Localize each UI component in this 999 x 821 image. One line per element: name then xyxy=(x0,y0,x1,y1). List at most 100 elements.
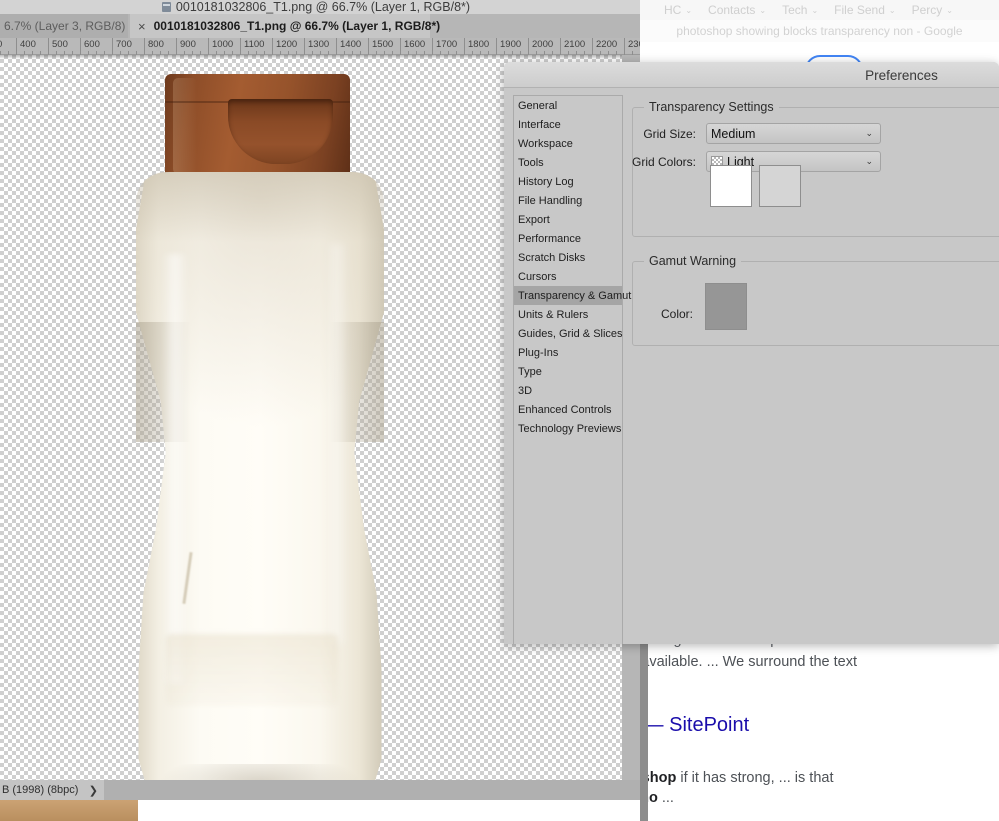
product-bottle-image xyxy=(110,74,410,780)
document-tab-inactive[interactable]: 6.7% (Layer 3, RGB/8) * xyxy=(0,14,128,38)
gamut-warning-group: Gamut Warning Color: xyxy=(632,254,999,346)
prefs-category-label: Scratch Disks xyxy=(518,251,586,264)
snippet-rest: ... xyxy=(657,790,674,806)
bottle-highlight-left xyxy=(162,254,188,684)
chevron-down-icon: ⌄ xyxy=(888,5,896,15)
ruler-tick: 1300 xyxy=(304,38,329,55)
prefs-category-units-rulers[interactable]: Units & Rulers xyxy=(514,305,622,324)
gamut-color-label: Color: xyxy=(660,307,693,321)
prefs-category-plug-ins[interactable]: Plug-Ins xyxy=(514,343,622,362)
status-text: B (1998) (8bpc) xyxy=(2,784,79,796)
prefs-category-label: Type xyxy=(518,365,542,378)
status-color-profile[interactable]: B (1998) (8bpc) ❯ xyxy=(0,780,104,800)
prefs-category-label: Performance xyxy=(518,232,581,245)
window-edge-shadow xyxy=(640,630,648,821)
prefs-category-label: Tools xyxy=(518,156,544,169)
prefs-category-label: Interface xyxy=(518,118,561,131)
chevron-down-icon: ⌄ xyxy=(946,5,953,15)
document-tab-bar: 6.7% (Layer 3, RGB/8) * × 0010181032806_… xyxy=(0,14,640,38)
preferences-category-list[interactable]: General Interface Workspace Tools History Lo… xyxy=(513,95,631,644)
window-title: 0010181032806_T1.png @ 66.7% (Layer 1, R… xyxy=(175,0,471,14)
bookmarks-bar: HC ⌄ Contacts ⌄ Tech ⌄ File Send ⌄ Percy… xyxy=(640,0,999,20)
prefs-category-label: Plug-Ins xyxy=(518,346,559,359)
chevron-down-icon: ⌄ xyxy=(759,5,767,15)
bookmark-file-send[interactable]: File Send ⌄ xyxy=(834,3,895,17)
chevron-down-icon: ⌄ xyxy=(865,128,873,138)
prefs-category-label: File Handling xyxy=(518,194,583,207)
prefs-category-general[interactable]: General xyxy=(514,96,622,115)
ruler-tick: 2100 xyxy=(560,38,585,55)
preferences-dialog: Preferences General Interface Workspace Too… xyxy=(504,62,999,644)
ruler-tick: 2200 xyxy=(592,38,617,55)
ruler-tick: 1800 xyxy=(464,38,489,55)
ruler-tick: 1000 xyxy=(208,38,233,55)
bookmark-hc[interactable]: HC ⌄ xyxy=(664,3,692,17)
prefs-category-label: Technology Previews xyxy=(518,422,622,435)
prefs-category-label: Transparency & Gamut xyxy=(518,289,632,302)
grid-color-swatch-dark[interactable] xyxy=(759,165,801,207)
prefs-category-performance[interactable]: Performance xyxy=(514,229,622,248)
canvas-top-shadow xyxy=(0,55,622,59)
prefs-category-technology-previews[interactable]: Technology Previews xyxy=(514,419,622,438)
group-title: Gamut Warning xyxy=(644,254,742,268)
close-icon[interactable]: × xyxy=(138,20,146,33)
bookmark-label: File Send xyxy=(834,3,885,17)
snippet-rest: if it has strong, ... is that xyxy=(676,770,834,786)
prefs-category-label: History Log xyxy=(518,175,574,188)
snippet-line-2: s available. ... We surround the text xyxy=(640,654,858,670)
search-result-link[interactable]: s — SitePoint xyxy=(640,714,749,737)
prefs-category-3d[interactable]: 3D xyxy=(514,381,622,400)
prefs-category-label: 3D xyxy=(518,384,533,397)
tab-label: 0010181032806_T1.png @ 66.7% (Layer 1, R… xyxy=(153,19,441,33)
prefs-category-enhanced-controls[interactable]: Enhanced Controls xyxy=(514,400,622,419)
prefs-category-export[interactable]: Export xyxy=(514,210,622,229)
snippet-line-3: toshop if it has strong, ... is that xyxy=(640,770,833,786)
browser-tab-title[interactable]: photoshop showing blocks transparency no… xyxy=(640,20,999,42)
prefs-category-label: Units & Rulers xyxy=(518,308,589,321)
ruler-tick: 1900 xyxy=(496,38,521,55)
prefs-category-transparency-gamut[interactable]: Transparency & Gamut xyxy=(514,286,631,305)
prefs-category-label: Workspace xyxy=(518,137,573,150)
prefs-category-cursors[interactable]: Cursors xyxy=(514,267,622,286)
bookmark-label: HC xyxy=(664,3,682,17)
prefs-category-scratch-disks[interactable]: Scratch Disks xyxy=(514,248,622,267)
transparency-settings-group: Transparency Settings Grid Size: Medium … xyxy=(632,100,999,237)
preferences-title: Preferences xyxy=(865,67,938,83)
prefs-category-label: Cursors xyxy=(518,270,557,283)
ruler-tick: 1500 xyxy=(368,38,393,55)
prefs-category-label: General xyxy=(518,99,558,112)
prefs-category-label: Guides, Grid & Slices xyxy=(518,327,623,340)
prefs-category-file-handling[interactable]: File Handling xyxy=(514,191,622,210)
bookmark-percy[interactable]: Percy ⌄ xyxy=(912,3,953,17)
horizontal-ruler[interactable]: 0400500600700800900100011001200130014001… xyxy=(0,38,640,55)
grid-color-swatch-light[interactable] xyxy=(710,165,752,207)
chevron-down-icon: ⌄ xyxy=(811,5,819,15)
ruler-tick: 1600 xyxy=(400,38,425,55)
ruler-tick: 1700 xyxy=(432,38,457,55)
bookmark-label: Contacts xyxy=(708,3,756,17)
cap-highlight xyxy=(173,78,197,174)
chevron-down-icon: ⌄ xyxy=(865,156,873,166)
grid-size-label: Grid Size: xyxy=(643,127,696,141)
cap-flip-notch xyxy=(228,99,333,164)
grid-size-select[interactable]: Medium ⌄ xyxy=(706,123,881,144)
prefs-category-label: Export xyxy=(518,213,550,226)
prefs-category-history-log[interactable]: History Log xyxy=(514,172,622,191)
ruler-tick: 2000 xyxy=(528,38,553,55)
bookmark-contacts[interactable]: Contacts ⌄ xyxy=(708,3,766,17)
ruler-tick: 1100 xyxy=(240,38,264,55)
gamut-color-swatch[interactable] xyxy=(705,283,747,330)
prefs-category-guides-grid-slices[interactable]: Guides, Grid & Slices xyxy=(514,324,623,343)
prefs-category-label: Enhanced Controls xyxy=(518,403,612,416)
document-tab-active[interactable]: × 0010181032806_T1.png @ 66.7% (Layer 1,… xyxy=(130,14,440,38)
prefs-category-type[interactable]: Type xyxy=(514,362,622,381)
bookmark-label: Percy xyxy=(911,3,943,17)
ruler-tick: 1200 xyxy=(272,38,297,55)
bookmark-tech[interactable]: Tech ⌄ xyxy=(782,3,818,17)
bottle-cap xyxy=(165,74,350,179)
photoshop-status-bar: B (1998) (8bpc) ❯ xyxy=(0,780,640,800)
chevron-right-icon[interactable]: ❯ xyxy=(89,784,98,797)
photoshop-title-bar[interactable]: 0010181032806_T1.png @ 66.7% (Layer 1, R… xyxy=(0,0,640,14)
bottle-highlight-right xyxy=(326,244,348,644)
grid-colors-label: Grid Colors: xyxy=(631,155,696,169)
